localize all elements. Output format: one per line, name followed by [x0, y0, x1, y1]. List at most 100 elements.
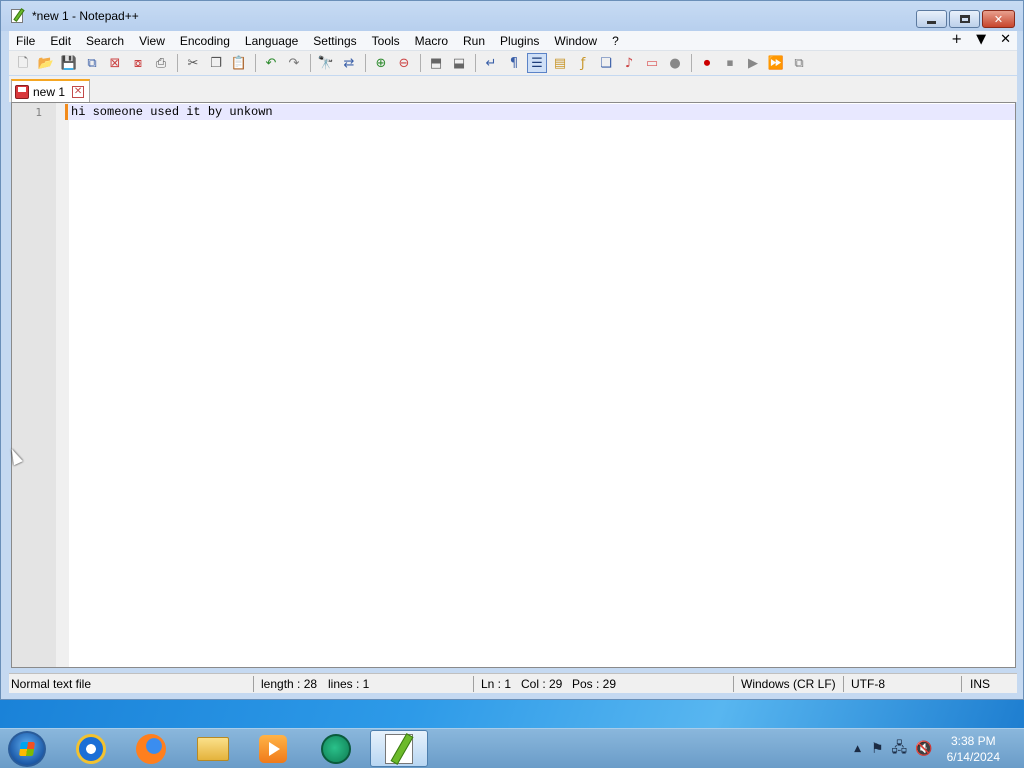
status-col: Col : 29 — [521, 677, 563, 691]
editor-area[interactable]: 1 hi someone used it by unkown — [11, 102, 1016, 668]
tab-list-dropdown-icon[interactable]: ▼ — [976, 32, 986, 47]
fold-margin[interactable] — [56, 103, 69, 667]
toolbar-separator — [365, 54, 366, 72]
tab-new-1[interactable]: new 1 ✕ — [11, 79, 90, 102]
status-encoding[interactable]: UTF-8 — [851, 677, 885, 691]
status-eol[interactable]: Windows (CR LF) — [741, 677, 836, 691]
close-window-button[interactable]: ✕ — [982, 10, 1015, 28]
menu-plugins[interactable]: Plugins — [493, 34, 547, 48]
clock-date: 6/14/2024 — [946, 750, 1000, 764]
taskbar: ▲ ⚑ 🖧 🔇 3:38 PM 6/14/2024 — [0, 728, 1024, 768]
tab-label: new 1 — [33, 84, 66, 99]
maximize-icon — [959, 15, 970, 23]
paste-icon[interactable]: 📋 — [229, 53, 249, 73]
start-button-icon[interactable] — [8, 731, 46, 767]
monitoring-icon[interactable]: ♪ — [619, 53, 639, 73]
notepadpp-taskbar-button[interactable] — [370, 730, 428, 767]
folder-icon — [197, 736, 229, 761]
replace-icon[interactable]: ⇄ — [339, 53, 359, 73]
status-bar: Normal text file length : 28 lines : 1 L… — [9, 673, 1017, 693]
record-macro-icon[interactable]: ▭ — [642, 53, 662, 73]
run-macro-multiple-icon[interactable]: ⏩ — [766, 53, 786, 73]
toolbar-separator — [691, 54, 692, 72]
action-center-flag-icon[interactable]: ⚑ — [871, 741, 884, 757]
folder-workspace-icon[interactable]: ❏ — [596, 53, 616, 73]
save-icon[interactable]: 💾 — [59, 53, 79, 73]
tab-close-icon[interactable]: ✕ — [72, 85, 85, 98]
clock-time: 3:38 PM — [950, 734, 996, 748]
status-insert-mode[interactable]: INS — [970, 677, 990, 691]
volume-muted-icon[interactable]: 🔇 — [915, 741, 932, 757]
title-bar[interactable]: *new 1 - Notepad++ ✕ — [1, 1, 1023, 31]
firefox-taskbar-button[interactable] — [122, 730, 180, 767]
menu-run[interactable]: Run — [456, 34, 493, 48]
new-tab-plus-icon[interactable]: + — [951, 32, 962, 47]
cut-icon[interactable]: ✂ — [183, 53, 203, 73]
open-file-icon[interactable]: 📂 — [36, 53, 56, 73]
close-all-icon[interactable]: ⧇ — [128, 53, 148, 73]
maximize-button[interactable] — [949, 10, 980, 28]
media-player-icon — [259, 734, 287, 763]
save-all-icon[interactable]: ⧉ — [82, 53, 102, 73]
clock[interactable]: 3:38 PM 6/14/2024 — [947, 733, 1000, 765]
function-list-icon[interactable]: ƒ — [573, 53, 593, 73]
new-file-icon[interactable]: 🗋 — [13, 53, 33, 73]
stop-macro-icon[interactable]: ● — [665, 53, 685, 73]
menu-macro[interactable]: Macro — [408, 34, 456, 48]
print-icon[interactable]: ⎙ — [151, 53, 171, 73]
indent-guide-icon[interactable]: ☰ — [527, 53, 547, 73]
file-explorer-taskbar-button[interactable] — [184, 730, 242, 767]
show-all-chars-icon[interactable]: ¶ — [504, 53, 524, 73]
close-icon[interactable]: ⊠ — [105, 53, 125, 73]
green-app-taskbar-button[interactable] — [307, 730, 365, 767]
status-ln: Ln : 1 — [481, 677, 512, 691]
word-wrap-icon[interactable]: ↵ — [481, 53, 501, 73]
internet-explorer-icon — [76, 733, 106, 764]
play-macro-icon[interactable]: ▶ — [743, 53, 763, 73]
status-file-type: Normal text file — [11, 677, 92, 691]
stop-macro-icon[interactable]: ⏹ — [720, 53, 740, 73]
menu-language[interactable]: Language — [238, 34, 306, 48]
notepadpp-icon — [385, 733, 413, 764]
zoom-in-icon[interactable]: ⊕ — [371, 53, 391, 73]
menu-help[interactable]: ? — [605, 34, 627, 48]
menu-settings[interactable]: Settings — [306, 34, 364, 48]
close-icon: ✕ — [993, 12, 1004, 26]
status-pos: Pos : 29 — [572, 677, 617, 691]
status-lines: lines : 1 — [328, 677, 370, 691]
record-macro-icon[interactable]: ⏺ — [697, 53, 717, 73]
system-tray: ▲ ⚑ 🖧 🔇 3:38 PM 6/14/2024 — [854, 729, 1024, 768]
toolbar-separator — [420, 54, 421, 72]
document-map-icon[interactable]: ▤ — [550, 53, 570, 73]
line-number: 1 — [35, 106, 42, 119]
zoom-out-icon[interactable]: ⊖ — [394, 53, 414, 73]
menu-window[interactable]: Window — [547, 34, 605, 48]
editor-line[interactable]: hi someone used it by unkown — [71, 105, 273, 119]
find-icon[interactable]: 🔭 — [316, 53, 336, 73]
menu-right-controls: + ▼ ✕ — [951, 32, 1011, 47]
network-icon[interactable]: 🖧 — [892, 737, 908, 761]
status-length: length : 28 — [261, 677, 318, 691]
sync-vertical-icon[interactable]: ⬒ — [426, 53, 446, 73]
notepadpp-window: *new 1 - Notepad++ ✕ File Edit Search Vi… — [0, 0, 1024, 700]
toolbar-separator — [310, 54, 311, 72]
desktop-background — [0, 700, 1024, 728]
menu-view[interactable]: View — [132, 34, 173, 48]
redo-icon[interactable]: ↷ — [284, 53, 304, 73]
menu-encoding[interactable]: Encoding — [173, 34, 238, 48]
copy-icon[interactable]: ❐ — [206, 53, 226, 73]
menu-edit[interactable]: Edit — [43, 34, 79, 48]
close-document-icon[interactable]: ✕ — [1000, 32, 1011, 47]
media-player-taskbar-button[interactable] — [244, 730, 302, 767]
show-hidden-icons-arrow-icon[interactable]: ▲ — [854, 744, 861, 754]
modified-line-marker — [65, 104, 68, 120]
minimize-button[interactable] — [916, 10, 947, 28]
save-macro-icon[interactable]: ⧉ — [789, 53, 809, 73]
undo-icon[interactable]: ↶ — [261, 53, 281, 73]
menu-search[interactable]: Search — [79, 34, 132, 48]
menu-tools[interactable]: Tools — [365, 34, 408, 48]
menu-file[interactable]: File — [9, 34, 43, 48]
sync-horizontal-icon[interactable]: ⬓ — [449, 53, 469, 73]
internet-explorer-taskbar-button[interactable] — [62, 730, 120, 767]
notepadpp-app-icon[interactable] — [10, 8, 26, 24]
